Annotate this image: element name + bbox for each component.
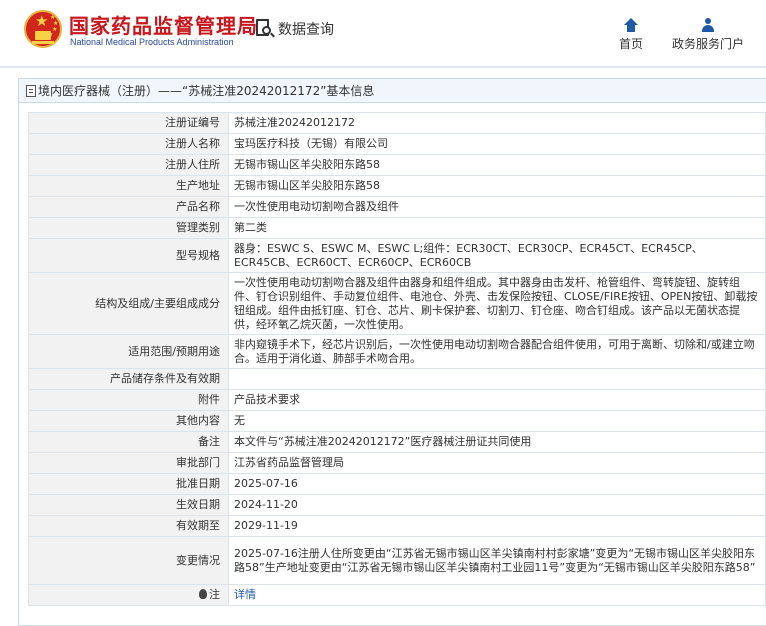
row-value: 器身：ESWC S、ESWC M、ESWC L;组件：ECR30CT、ECR30… bbox=[228, 238, 766, 273]
document-search-icon bbox=[256, 19, 275, 39]
document-icon bbox=[26, 84, 36, 97]
row-label: 变更情况 bbox=[28, 536, 229, 585]
table-row: 生产地址 无锡市锡山区羊尖胶阳东路58 bbox=[28, 175, 766, 197]
row-value: 2029-11-19 bbox=[228, 515, 766, 537]
table-row: 批准日期 2025-07-16 bbox=[28, 473, 766, 495]
nav-home-label: 首页 bbox=[618, 37, 643, 51]
row-value: 无锡市锡山区羊尖胶阳东路58 bbox=[228, 175, 766, 197]
row-label: 生效日期 bbox=[28, 494, 229, 516]
user-icon bbox=[701, 18, 715, 32]
row-value: 一次性使用电动切割吻合器及组件由器身和组件组成。其中器身由击发杆、枪管组件、弯转… bbox=[228, 272, 766, 335]
site-title[interactable]: 国家药品监督管理局 bbox=[69, 10, 258, 39]
row-value: 一次性使用电动切割吻合器及组件 bbox=[228, 196, 766, 218]
nav-service-label: 政务服务门户 bbox=[671, 37, 744, 51]
table-row: 产品名称 一次性使用电动切割吻合器及组件 bbox=[28, 196, 766, 218]
table-row: 生效日期 2024-11-20 bbox=[28, 494, 766, 516]
table-row: 有效期至 2029-11-19 bbox=[28, 515, 766, 537]
row-label: 其他内容 bbox=[28, 410, 229, 432]
data-query-link[interactable]: 数据查询 bbox=[256, 18, 334, 40]
home-icon bbox=[624, 18, 638, 32]
breadcrumb-text: 境内医疗器械（注册）——“苏械注准20242012172”基本信息 bbox=[38, 84, 375, 98]
table-row: 结构及组成/主要组成成分 一次性使用电动切割吻合器及组件由器身和组件组成。其中器… bbox=[28, 272, 766, 335]
row-value: 非内窥镜手术下，经芯片识别后，一次性使用电动切割吻合器配合组件使用，可用于离断、… bbox=[228, 334, 766, 369]
national-emblem-logo[interactable]: ★ ★ ★ ★ ★ bbox=[24, 10, 62, 48]
note-row: 注 详情 bbox=[28, 584, 766, 606]
site-header: ★ ★ ★ ★ ★ 国家药品监督管理局 National Medical Pro… bbox=[0, 0, 766, 62]
data-query-label: 数据查询 bbox=[278, 22, 334, 38]
row-value: 无 bbox=[228, 410, 766, 432]
row-value: 2025-07-16 bbox=[228, 473, 766, 495]
lightbulb-icon bbox=[199, 589, 207, 599]
row-label: 适用范围/预期用途 bbox=[28, 334, 229, 369]
row-label: 产品储存条件及有效期 bbox=[28, 368, 229, 390]
row-value: 本文件与“苏械注准20242012172”医疗器械注册证共同使用 bbox=[228, 431, 766, 453]
table-row: 变更情况 2025-07-16注册人住所变更由“江苏省无锡市锡山区羊尖镇南村村彭… bbox=[28, 536, 766, 585]
row-value: 苏械注准20242012172 bbox=[228, 112, 766, 134]
row-value: 第二类 bbox=[228, 217, 766, 239]
row-value: 江苏省药品监督管理局 bbox=[228, 452, 766, 474]
row-label: 注册证编号 bbox=[28, 112, 229, 134]
note-label: 注 bbox=[209, 588, 220, 601]
note-label-cell: 注 bbox=[28, 584, 229, 606]
table-row: 注册人名称 宝玛医疗科技（无锡）有限公司 bbox=[28, 133, 766, 155]
nav-service-portal[interactable]: 政务服务门户 bbox=[666, 14, 750, 52]
row-value: 2025-07-16注册人住所变更由“江苏省无锡市锡山区羊尖镇南村村彭家塘”变更… bbox=[228, 536, 766, 585]
row-label: 审批部门 bbox=[28, 452, 229, 474]
row-label: 型号规格 bbox=[28, 238, 229, 273]
table-row: 产品储存条件及有效期 bbox=[28, 368, 766, 390]
header-divider bbox=[0, 66, 766, 68]
row-label: 注册人住所 bbox=[28, 154, 229, 176]
note-value-cell: 详情 bbox=[228, 584, 766, 606]
nav-home[interactable]: 首页 bbox=[612, 14, 650, 52]
row-label: 生产地址 bbox=[28, 175, 229, 197]
table-row: 附件 产品技术要求 bbox=[28, 389, 766, 411]
row-label: 附件 bbox=[28, 389, 229, 411]
table-row: 注册证编号 苏械注准20242012172 bbox=[28, 112, 766, 134]
table-row: 注册人住所 无锡市锡山区羊尖胶阳东路58 bbox=[28, 154, 766, 176]
row-label: 有效期至 bbox=[28, 515, 229, 537]
row-value: 产品技术要求 bbox=[228, 389, 766, 411]
row-label: 注册人名称 bbox=[28, 133, 229, 155]
table-row: 其他内容 无 bbox=[28, 410, 766, 432]
row-value: 宝玛医疗科技（无锡）有限公司 bbox=[228, 133, 766, 155]
row-label: 备注 bbox=[28, 431, 229, 453]
table-row: 备注 本文件与“苏械注准20242012172”医疗器械注册证共同使用 bbox=[28, 431, 766, 453]
registration-info-table: 注册证编号 苏械注准20242012172 注册人名称 宝玛医疗科技（无锡）有限… bbox=[28, 112, 766, 606]
site-subtitle: National Medical Products Administration bbox=[70, 37, 234, 47]
table-row: 型号规格 器身：ESWC S、ESWC M、ESWC L;组件：ECR30CT、… bbox=[28, 238, 766, 273]
table-row: 适用范围/预期用途 非内窥镜手术下，经芯片识别后，一次性使用电动切割吻合器配合组… bbox=[28, 334, 766, 369]
row-label: 产品名称 bbox=[28, 196, 229, 218]
row-value bbox=[228, 368, 766, 390]
table-row: 管理类别 第二类 bbox=[28, 217, 766, 239]
table-row: 审批部门 江苏省药品监督管理局 bbox=[28, 452, 766, 474]
row-label: 批准日期 bbox=[28, 473, 229, 495]
breadcrumb: 境内医疗器械（注册）——“苏械注准20242012172”基本信息 bbox=[19, 79, 766, 103]
row-value: 无锡市锡山区羊尖胶阳东路58 bbox=[228, 154, 766, 176]
details-link[interactable]: 详情 bbox=[234, 588, 256, 601]
row-value: 2024-11-20 bbox=[228, 494, 766, 516]
row-label: 管理类别 bbox=[28, 217, 229, 239]
row-label: 结构及组成/主要组成成分 bbox=[28, 272, 229, 335]
